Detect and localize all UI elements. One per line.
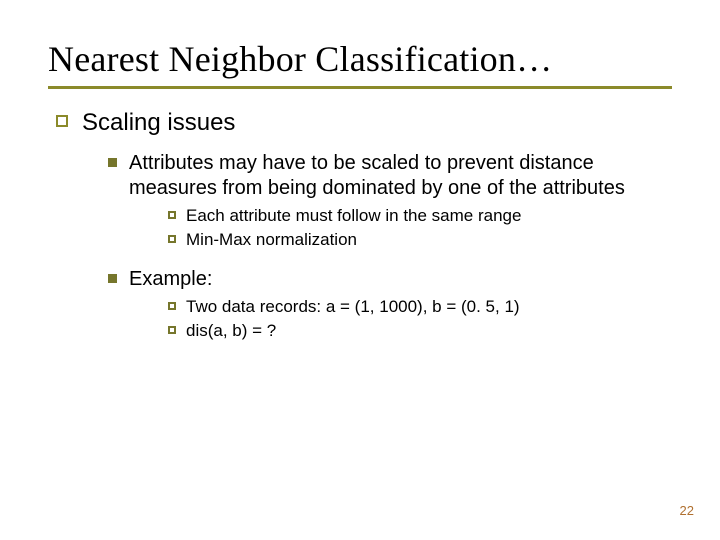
title-underline <box>48 86 672 89</box>
level3-text: Min-Max normalization <box>186 229 357 251</box>
hollow-small-square-bullet-icon <box>168 211 176 219</box>
level2-text: Attributes may have to be scaled to prev… <box>129 151 669 201</box>
hollow-small-square-bullet-icon <box>168 326 176 334</box>
level1-text: Scaling issues <box>82 109 235 137</box>
hollow-small-square-bullet-icon <box>168 302 176 310</box>
slide-title: Nearest Neighbor Classification… <box>48 38 672 80</box>
bullet-level1: Scaling issues <box>56 109 672 137</box>
bullet-level3: Two data records: a = (1, 1000), b = (0.… <box>168 296 672 318</box>
slide: Nearest Neighbor Classification… Scaling… <box>0 0 720 540</box>
spacer <box>48 253 672 267</box>
hollow-small-square-bullet-icon <box>168 235 176 243</box>
bullet-level3: Min-Max normalization <box>168 229 672 251</box>
bullet-level3: Each attribute must follow in the same r… <box>168 205 672 227</box>
bullet-level2: Attributes may have to be scaled to prev… <box>108 151 672 201</box>
bullet-level2: Example: <box>108 267 672 292</box>
level3-text: Each attribute must follow in the same r… <box>186 205 521 227</box>
filled-square-bullet-icon <box>108 158 117 167</box>
level3-text: dis(a, b) = ? <box>186 320 276 342</box>
level3-text: Two data records: a = (1, 1000), b = (0.… <box>186 296 520 318</box>
bullet-level3: dis(a, b) = ? <box>168 320 672 342</box>
filled-square-bullet-icon <box>108 274 117 283</box>
page-number: 22 <box>680 503 694 518</box>
level2-text: Example: <box>129 267 212 292</box>
hollow-square-bullet-icon <box>56 115 68 127</box>
